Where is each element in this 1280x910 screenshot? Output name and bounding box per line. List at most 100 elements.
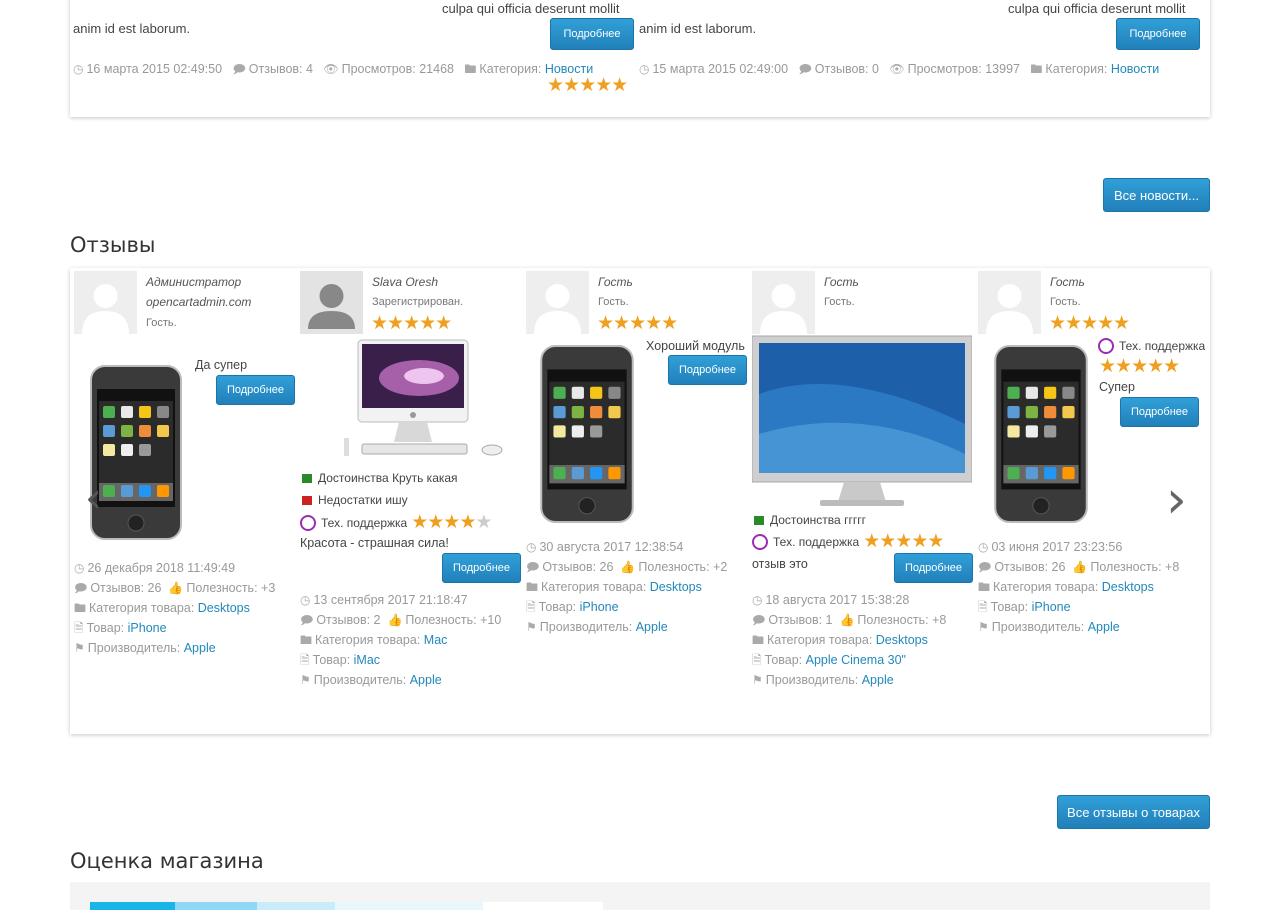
review-meta: ◷ 18 августа 2017 15:38:28 🗩 Отзывов: 1 👍 П…	[752, 590, 946, 690]
carousel-prev-button[interactable]: ‹	[85, 477, 115, 519]
thumbs-up-icon: 👍	[387, 613, 403, 627]
product-link[interactable]: iMac	[354, 653, 380, 667]
rating-bar-segment	[257, 902, 335, 910]
manufacturer-label: Производитель:	[991, 620, 1085, 634]
support-rating-stars: ★★★★★	[411, 512, 492, 533]
usefulness-value: +10	[480, 613, 502, 627]
category-link[interactable]: Desktops	[1102, 580, 1154, 594]
carousel-next-button[interactable]: ›	[1166, 474, 1196, 526]
review-date: 13 сентября 2017 21:18:47	[313, 593, 468, 607]
avatar	[978, 271, 1041, 334]
news-panel: culpa qui officia deserunt mollit anim i…	[70, 0, 1210, 117]
usefulness-value: +2	[713, 560, 728, 574]
review-date: 18 августа 2017 15:38:28	[765, 593, 910, 607]
file-icon: 🗎	[526, 600, 536, 614]
comment-icon: 🗩	[300, 613, 314, 627]
review-more-button[interactable]: Подробнее	[216, 375, 295, 405]
all-reviews-button[interactable]: Все отзывы о товарах	[1057, 795, 1210, 829]
review-more-button[interactable]: Подробнее	[894, 553, 973, 583]
manufacturer-label: Производитель:	[87, 641, 181, 655]
review-author-site: opencartadmin.com	[146, 295, 252, 309]
thumbs-down-icon	[302, 496, 312, 505]
folder-icon: 🖿	[300, 633, 313, 647]
rating-bar-segment	[335, 902, 483, 910]
usefulness-label: Полезность:	[1090, 560, 1162, 574]
news-reviews: Отзывов: 4	[248, 62, 313, 76]
folder-icon: 🖿	[1030, 62, 1043, 76]
review-pros: Достоинства Круть какая	[302, 471, 458, 485]
category-label: Категория товара:	[315, 633, 421, 647]
review-rating-stars: ★★★★★	[597, 313, 678, 334]
clock-icon: ◷	[752, 593, 763, 607]
thumbs-up-icon: 👍	[620, 560, 636, 574]
file-icon: 🗎	[752, 653, 762, 667]
review-more-button[interactable]: Подробнее	[668, 355, 747, 385]
file-icon: 🗎	[74, 621, 84, 635]
product-image-imac[interactable]	[344, 338, 506, 463]
clock-icon: ◷	[639, 62, 650, 76]
flag-icon: ⚑	[300, 673, 311, 687]
news-category-label: Категория:	[479, 62, 542, 76]
news-date: 15 марта 2015 02:49:00	[652, 62, 789, 76]
product-link[interactable]: Apple Cinema 30"	[806, 653, 906, 667]
manufacturer-link[interactable]: Apple	[862, 673, 894, 687]
news-reviews: Отзывов: 0	[814, 62, 879, 76]
review-support: Тех. поддержка ★★★★★	[752, 532, 944, 551]
news-meta: ◷ 15 марта 2015 02:49:00 🗩 Отзывов: 0 👁 Про…	[639, 60, 1159, 81]
category-link[interactable]: Desktops	[650, 580, 702, 594]
folder-icon: 🖿	[464, 62, 477, 76]
manufacturer-link[interactable]: Apple	[410, 673, 442, 687]
product-label: Товар:	[312, 653, 351, 667]
review-author-status: Гость.	[1050, 296, 1081, 308]
product-link[interactable]: iPhone	[128, 621, 167, 635]
review-more-button[interactable]: Подробнее	[442, 553, 521, 583]
product-link[interactable]: iPhone	[580, 600, 619, 614]
manufacturer-link[interactable]: Apple	[636, 620, 668, 634]
category-label: Категория товара:	[541, 580, 647, 594]
manufacturer-link[interactable]: Apple	[1088, 620, 1120, 634]
all-news-button[interactable]: Все новости...	[1103, 178, 1210, 212]
usefulness-label: Полезность:	[186, 581, 258, 595]
review-author: Гость	[598, 275, 633, 289]
product-image-iphone[interactable]	[994, 345, 1088, 523]
chevron-right-icon: ›	[1166, 470, 1187, 530]
folder-icon: 🖿	[978, 580, 991, 594]
reviews-title: Отзывы	[70, 233, 156, 257]
news-category-link[interactable]: Новости	[545, 62, 593, 76]
review-date: 26 декабря 2018 11:49:49	[87, 561, 236, 575]
manufacturer-label: Производитель:	[539, 620, 633, 634]
avatar	[752, 271, 815, 334]
comment-icon: 🗩	[232, 62, 246, 76]
news-category-link[interactable]: Новости	[1111, 62, 1159, 76]
category-link[interactable]: Mac	[424, 633, 448, 647]
product-image-apple-cinema[interactable]	[751, 334, 973, 510]
news-meta: ◷ 16 марта 2015 02:49:50 🗩 Отзывов: 4 👁 Про…	[73, 60, 593, 81]
cons-text: ишу	[385, 493, 408, 507]
review-text: Да супер	[195, 358, 248, 372]
thumbs-up-icon: 👍	[839, 613, 855, 627]
product-image-iphone[interactable]	[540, 345, 634, 523]
clock-icon: ◷	[526, 540, 537, 554]
flag-icon: ⚑	[526, 620, 537, 634]
news-text-end: anim id est laborum.	[73, 21, 191, 36]
review-author: Slava Oresh	[372, 275, 439, 289]
manufacturer-label: Производитель:	[765, 673, 859, 687]
review-rating-stars: ★★★★★	[371, 313, 452, 334]
comment-icon: 🗩	[752, 613, 766, 627]
category-link[interactable]: Desktops	[876, 633, 928, 647]
flag-icon: ⚑	[978, 620, 989, 634]
clock-icon: ◷	[73, 62, 84, 76]
thumbs-up-icon: 👍	[168, 581, 184, 595]
news-text-end: anim id est laborum.	[639, 21, 757, 36]
review-more-button[interactable]: Подробнее	[1120, 397, 1199, 427]
review-cons: Недостатки ишу	[302, 493, 408, 507]
category-link[interactable]: Desktops	[198, 601, 250, 615]
product-link[interactable]: iPhone	[1032, 600, 1071, 614]
news-category-label: Категория:	[1045, 62, 1108, 76]
news-more-button[interactable]: Подробнее	[550, 18, 634, 50]
cons-label: Недостатки	[318, 493, 382, 507]
manufacturer-link[interactable]: Apple	[184, 641, 216, 655]
news-more-button[interactable]: Подробнее	[1116, 18, 1200, 50]
avatar	[300, 271, 363, 334]
review-date: 03 июня 2017 23:23:56	[991, 540, 1123, 554]
